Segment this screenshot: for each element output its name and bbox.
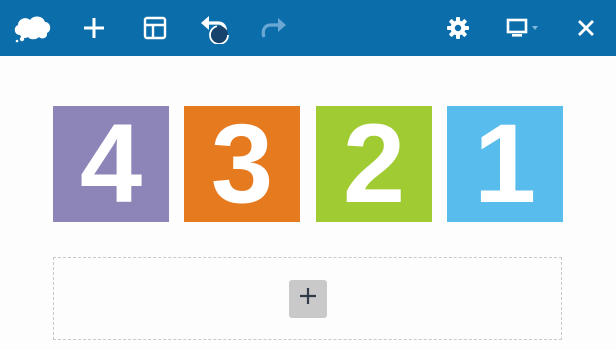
tile-label: 3: [210, 101, 274, 226]
tile-label: 4: [79, 101, 143, 226]
settings-button[interactable]: [436, 0, 480, 56]
tile-label: 1: [473, 101, 537, 226]
cloud-logo-button[interactable]: [10, 0, 54, 56]
add-button[interactable]: [72, 0, 116, 56]
cloud-logo-icon: [12, 13, 52, 43]
empty-drop-zone[interactable]: [53, 257, 562, 340]
chevron-down-icon: [531, 25, 539, 31]
close-button[interactable]: [564, 0, 608, 56]
plus-icon: [82, 16, 106, 40]
layout-button[interactable]: [133, 0, 177, 56]
number-tile-1[interactable]: 1: [447, 106, 563, 222]
plus-icon: [298, 286, 318, 311]
device-preview-button[interactable]: [498, 0, 546, 56]
tile-label: 2: [342, 101, 406, 226]
redo-button[interactable]: [252, 0, 296, 56]
number-tile-2[interactable]: 2: [316, 106, 432, 222]
toolbar: [0, 0, 616, 56]
undo-button[interactable]: [192, 0, 236, 56]
layout-icon: [143, 16, 167, 40]
redo-icon: [259, 15, 289, 41]
gear-icon: [446, 16, 470, 40]
add-block-button[interactable]: [288, 279, 327, 318]
monitor-icon: [506, 18, 528, 38]
number-tile-3[interactable]: 3: [184, 106, 300, 222]
number-tile-4[interactable]: 4: [53, 106, 169, 222]
undo-icon: [198, 12, 230, 44]
close-icon: [576, 18, 596, 38]
